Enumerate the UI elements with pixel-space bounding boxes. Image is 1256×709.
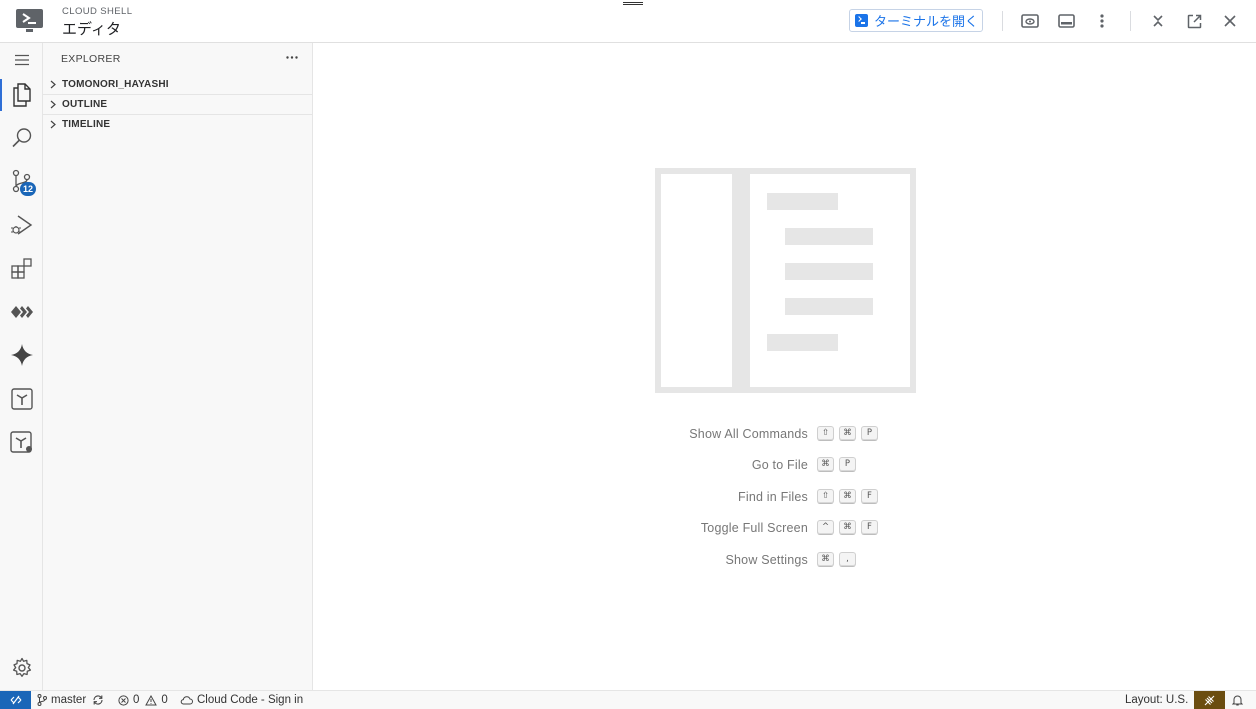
terraform-icon[interactable] [0, 379, 43, 419]
title-bar: CLOUD SHELL エディタ ターミナルを開く [0, 0, 1256, 43]
notifications-status[interactable] [1232, 691, 1243, 709]
chevron-right-icon [44, 74, 62, 94]
page-title: エディタ [62, 20, 121, 38]
shortcut-keys: ⇧ ⌘ F [817, 489, 878, 504]
terraform-cloud-icon[interactable] [0, 422, 43, 462]
branch-status[interactable]: master [37, 691, 104, 709]
title-block: CLOUD SHELL エディタ [62, 6, 132, 39]
section-label: OUTLINE [62, 99, 108, 110]
chevron-right-icon [44, 115, 62, 135]
problems-status[interactable]: 0 0 [118, 691, 168, 709]
key-cap: ⌘ [817, 552, 834, 567]
preview-icon[interactable] [1020, 11, 1040, 31]
section-outline[interactable]: OUTLINE [43, 94, 312, 114]
shortcut-row[interactable]: Go to File ⌘ P [313, 457, 1256, 475]
shortcut-row[interactable]: Toggle Full Screen ^ ⌘ F [313, 520, 1256, 538]
status-bar: master 0 0 Cloud Code - Sign in Layout: … [0, 690, 1256, 709]
header-divider [1130, 11, 1131, 31]
cloud-code-label: Cloud Code - Sign in [197, 694, 304, 706]
gemini-icon[interactable] [0, 335, 43, 375]
cloud-icon [180, 695, 193, 704]
editor-watermark-icon [655, 168, 916, 393]
key-cap: P [861, 426, 878, 441]
key-cap: F [861, 489, 878, 504]
source-control-icon[interactable]: 12 [0, 161, 43, 201]
plug-off-icon [1204, 695, 1215, 705]
open-terminal-button[interactable]: ターミナルを開く [849, 9, 983, 32]
source-control-badge: 12 [20, 182, 37, 196]
section-label: TIMELINE [62, 119, 111, 130]
key-cap: , [839, 552, 856, 567]
shortcut-label: Find in Files [738, 490, 808, 504]
remote-indicator-button[interactable] [0, 691, 31, 709]
activity-bar: 12 [0, 43, 43, 690]
cloud-shell-logo-icon [16, 9, 43, 32]
shortcut-keys: ⇧ ⌘ P [817, 426, 878, 441]
explorer-sidebar: EXPLORER TOMONORI_HAYASHI OUTLINE TIMELI… [43, 43, 313, 690]
open-terminal-label: ターミナルを開く [874, 15, 979, 30]
cloud-code-status[interactable]: Cloud Code - Sign in [180, 691, 303, 709]
key-cap: ⌘ [817, 457, 834, 472]
sidebar-title: EXPLORER [61, 53, 121, 65]
warning-count: 0 [161, 694, 168, 706]
open-new-window-icon[interactable] [1184, 11, 1204, 31]
terminal-icon [855, 14, 868, 27]
key-cap: ⇧ [817, 426, 834, 441]
shortcut-keys: ^ ⌘ F [817, 520, 878, 535]
layout-label: Layout: U.S. [1125, 694, 1189, 706]
settings-gear-icon[interactable] [0, 648, 43, 688]
shortcut-label: Toggle Full Screen [700, 521, 808, 535]
key-cap: ⌘ [839, 520, 856, 535]
bell-icon [1232, 695, 1243, 706]
key-cap: ⌘ [839, 426, 856, 441]
minimize-icon[interactable] [1148, 11, 1168, 31]
shortcut-row[interactable]: Show Settings ⌘ , [313, 552, 1256, 570]
shortcut-row[interactable]: Find in Files ⇧ ⌘ F [313, 489, 1256, 507]
section-timeline[interactable]: TIMELINE [43, 114, 312, 134]
product-label: CLOUD SHELL [62, 6, 133, 17]
warning-icon [145, 694, 158, 705]
search-icon[interactable] [0, 118, 43, 158]
shortcut-row[interactable]: Show All Commands ⇧ ⌘ P [313, 426, 1256, 444]
chevron-right-icon [44, 95, 62, 115]
key-cap: P [839, 457, 856, 472]
panel-icon[interactable] [1056, 11, 1076, 31]
error-count: 0 [133, 694, 140, 706]
run-debug-icon[interactable] [0, 205, 43, 245]
section-workspace[interactable]: TOMONORI_HAYASHI [43, 74, 312, 94]
branch-icon [37, 694, 47, 706]
explorer-icon[interactable] [0, 75, 43, 115]
key-cap: ⌘ [839, 489, 856, 504]
remote-icon [10, 695, 21, 705]
shortcut-label: Go to File [751, 458, 808, 472]
extension-warning-button[interactable] [1194, 691, 1225, 709]
sync-icon[interactable] [92, 694, 104, 706]
drag-handle-icon[interactable] [623, 2, 643, 5]
close-icon[interactable] [1220, 11, 1240, 31]
key-cap: ⇧ [817, 489, 834, 504]
shortcut-keys: ⌘ P [817, 457, 856, 472]
error-icon [118, 694, 129, 706]
editor-area: Show All Commands ⇧ ⌘ P Go to File ⌘ P F… [313, 43, 1256, 690]
key-cap: F [861, 520, 878, 535]
keyboard-layout-status[interactable]: Layout: U.S. [1125, 691, 1188, 709]
menu-icon[interactable] [0, 40, 43, 80]
section-label: TOMONORI_HAYASHI [62, 78, 169, 90]
key-cap: ^ [817, 520, 834, 535]
shortcut-label: Show Settings [725, 553, 808, 567]
more-vert-icon[interactable] [1092, 11, 1112, 31]
shortcut-keys: ⌘ , [817, 552, 856, 567]
shortcut-label: Show All Commands [689, 427, 808, 441]
extensions-icon[interactable] [0, 248, 43, 288]
header-divider [1002, 11, 1003, 31]
branch-label: master [51, 694, 87, 706]
cloud-code-icon[interactable] [0, 292, 43, 332]
more-actions-icon[interactable] [283, 48, 301, 66]
